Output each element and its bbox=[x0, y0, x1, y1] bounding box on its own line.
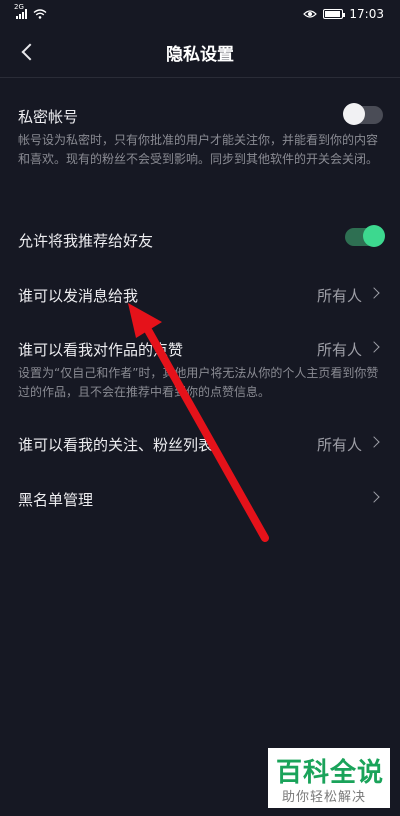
private-account-toggle[interactable] bbox=[343, 103, 383, 125]
who-can-message-value: 所有人 bbox=[316, 287, 362, 305]
toggle-knob bbox=[363, 225, 385, 247]
nav-bar: 隐私设置 bbox=[0, 28, 400, 78]
status-time: 17:03 bbox=[349, 7, 384, 21]
toggle-knob bbox=[343, 103, 365, 125]
who-can-see-follow-label: 谁可以看我的关注、粉丝列表 bbox=[18, 436, 214, 454]
who-can-see-likes-value: 所有人 bbox=[316, 341, 362, 359]
who-can-see-likes-label: 谁可以看我对作品的点赞 bbox=[18, 341, 184, 359]
recommend-to-friends-label: 允许将我推荐给好友 bbox=[18, 232, 154, 250]
eye-comfort-icon bbox=[303, 10, 318, 18]
watermark-logo: 百科全说 助你轻松解决 bbox=[268, 748, 390, 808]
chevron-right-icon bbox=[368, 287, 380, 299]
who-can-message-label: 谁可以发消息给我 bbox=[18, 287, 139, 305]
signal-icon: 2G bbox=[14, 3, 27, 19]
wifi-icon bbox=[33, 9, 47, 19]
chevron-right-icon bbox=[368, 341, 380, 353]
watermark-subtitle: 助你轻松解决 bbox=[282, 790, 367, 805]
recommend-to-friends-toggle[interactable] bbox=[345, 225, 385, 247]
network-tag: 2G bbox=[14, 3, 24, 11]
who-can-see-follow-value: 所有人 bbox=[316, 436, 362, 454]
status-bar: 2G 17:03 bbox=[0, 0, 400, 28]
private-account-label: 私密帐号 bbox=[18, 108, 79, 126]
page-title: 隐私设置 bbox=[166, 45, 234, 65]
chevron-right-icon bbox=[368, 436, 380, 448]
who-can-see-likes-description: 设置为“仅自己和作者”时，其他用户将无法从你的个人主页看到你赞过的作品，且不会在… bbox=[18, 366, 379, 399]
blacklist-label: 黑名单管理 bbox=[18, 491, 94, 509]
chevron-right-icon bbox=[368, 491, 380, 503]
watermark-title: 百科全说 bbox=[276, 758, 385, 788]
battery-icon bbox=[323, 9, 346, 19]
private-account-description: 帐号设为私密时，只有你批准的用户才能关注你，并能看到你的内容和喜欢。现有的粉丝不… bbox=[18, 133, 379, 166]
